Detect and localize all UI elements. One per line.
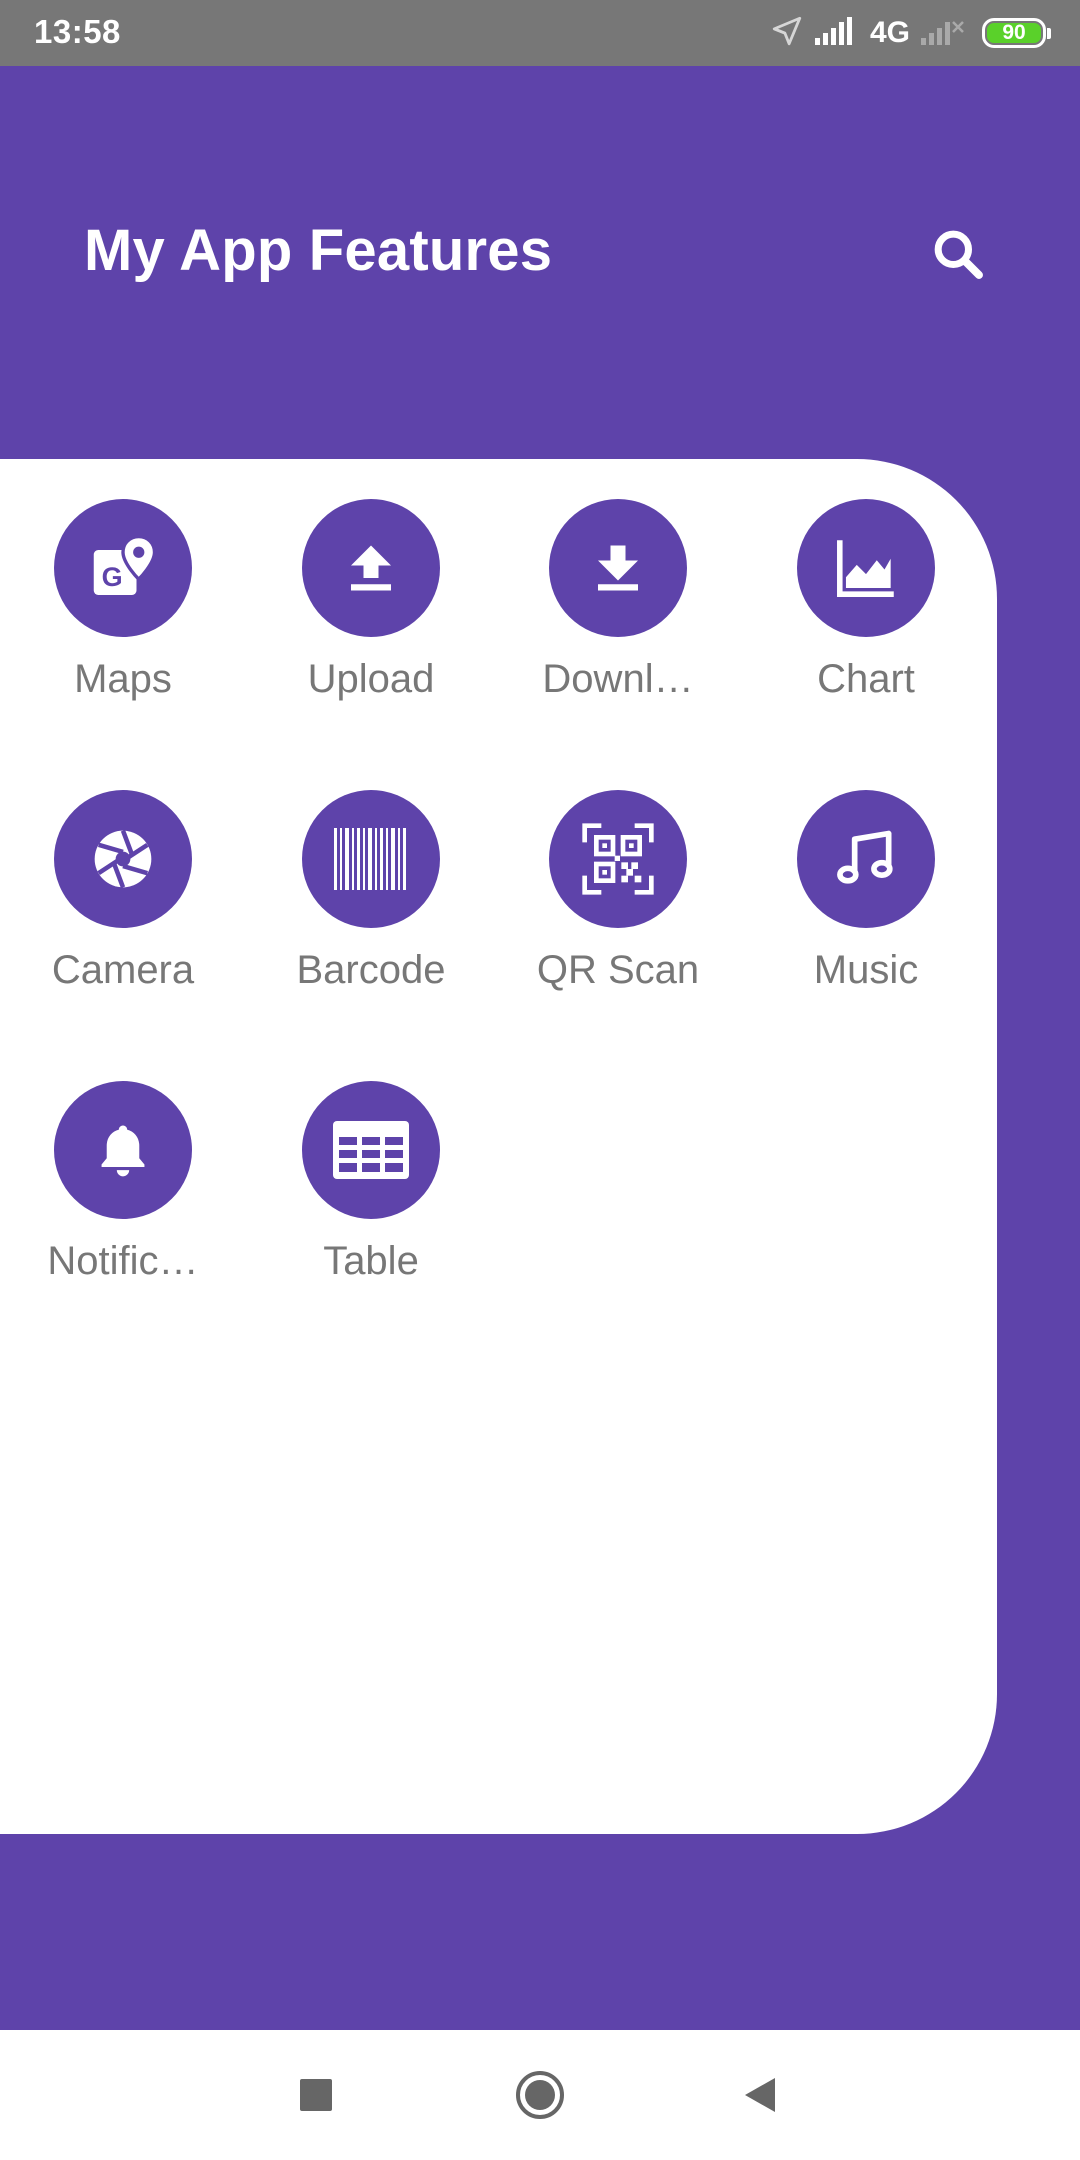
page-title: My App Features — [84, 218, 553, 283]
battery-icon: 90 — [982, 18, 1051, 48]
search-icon — [934, 230, 983, 279]
search-button[interactable] — [925, 221, 991, 287]
recents-icon — [300, 2079, 332, 2111]
download-icon — [549, 499, 687, 637]
signal-icon — [814, 16, 856, 51]
recents-button[interactable] — [281, 2060, 351, 2130]
upload-icon — [302, 499, 440, 637]
svg-text:G: G — [102, 562, 123, 592]
feature-upload[interactable]: Upload — [248, 499, 494, 702]
feature-label: Maps — [74, 657, 172, 701]
chart-icon — [797, 499, 935, 637]
feature-table[interactable]: Table — [248, 1081, 494, 1284]
feature-music[interactable]: Music — [743, 790, 989, 993]
back-icon — [745, 2078, 775, 2112]
feature-chart[interactable]: Chart — [743, 499, 989, 702]
signal-off-icon — [920, 16, 966, 51]
status-icons: 4G 90 — [770, 12, 1051, 54]
feature-label: Barcode — [296, 948, 446, 992]
location-icon — [770, 14, 804, 53]
feature-label: Table — [323, 1239, 419, 1283]
feature-download[interactable]: Downl… — [495, 499, 741, 702]
feature-notifications[interactable]: Notific… — [0, 1081, 246, 1284]
music-icon — [797, 790, 935, 928]
battery-level: 90 — [987, 21, 1041, 44]
feature-maps[interactable]: G Maps — [0, 499, 246, 702]
table-icon — [302, 1081, 440, 1219]
feature-label: Chart — [817, 657, 915, 701]
feature-label: Notific… — [47, 1239, 199, 1283]
feature-qr-scan[interactable]: QR Scan — [495, 790, 741, 993]
feature-barcode[interactable]: Barcode — [248, 790, 494, 993]
status-time: 13:58 — [34, 13, 121, 50]
network-type: 4G — [869, 16, 910, 49]
barcode-icon — [302, 790, 440, 928]
feature-label: QR Scan — [536, 948, 700, 992]
features-card: G Maps Upload Downl… Chart Camera Barcod… — [0, 459, 997, 1834]
feature-label: Camera — [51, 948, 195, 992]
feature-label: Downl… — [542, 657, 694, 701]
notification-icon — [54, 1081, 192, 1219]
feature-label: Music — [813, 948, 919, 992]
status-bar: 13:58 4G 90 — [0, 0, 1080, 66]
system-nav-bar — [0, 2030, 1080, 2160]
home-button[interactable] — [505, 2060, 575, 2130]
feature-camera[interactable]: Camera — [0, 790, 246, 993]
camera-icon — [54, 790, 192, 928]
qr-scan-icon — [549, 790, 687, 928]
back-button[interactable] — [725, 2060, 795, 2130]
feature-label: Upload — [307, 657, 435, 701]
home-icon — [516, 2071, 564, 2119]
maps-icon: G — [54, 499, 192, 637]
